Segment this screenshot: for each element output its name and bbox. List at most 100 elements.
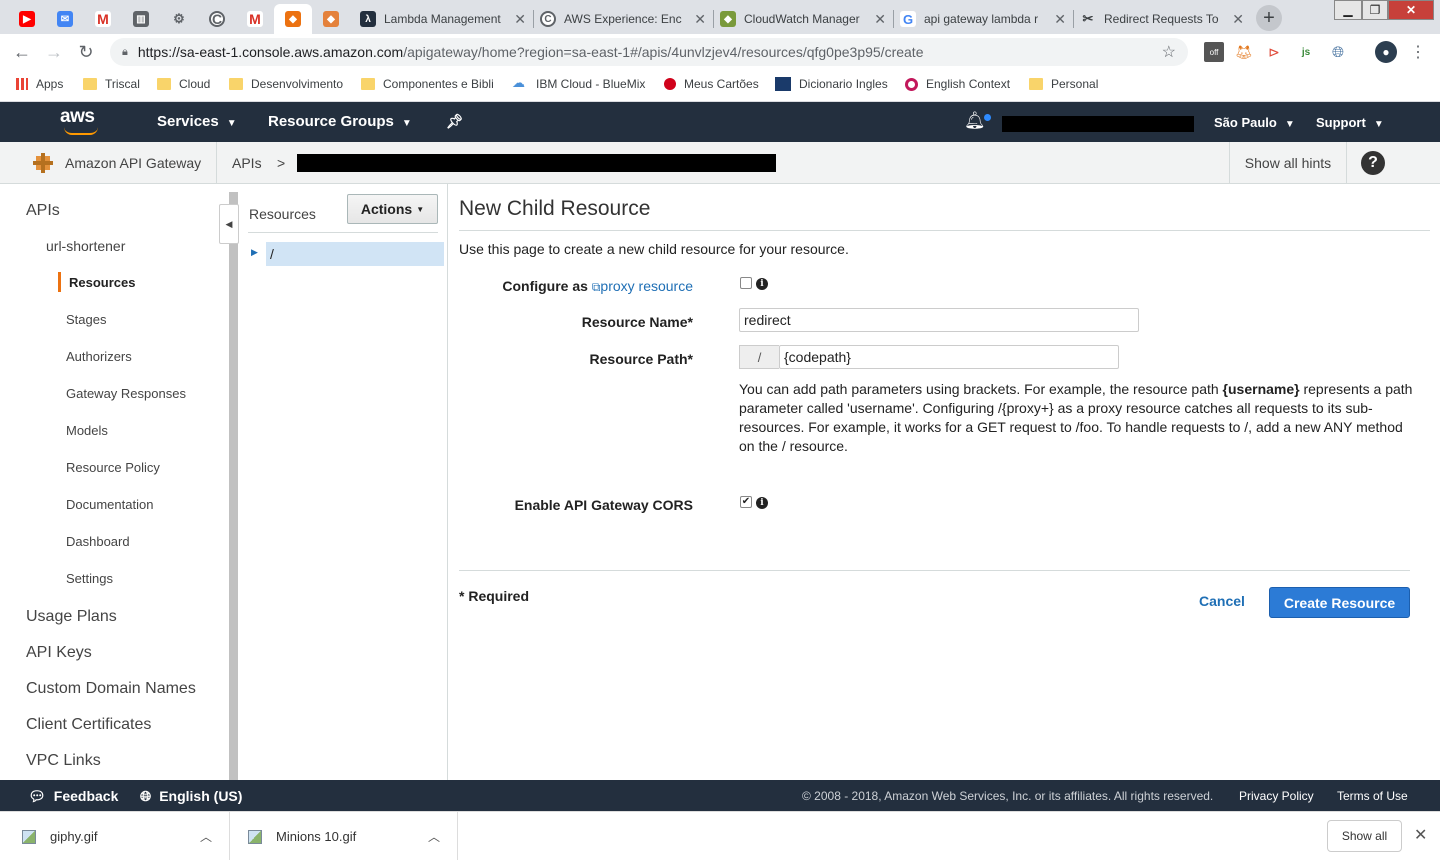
tab-inbox[interactable]: ✉ [46, 4, 84, 34]
tab-trello[interactable]: ▥ [122, 4, 160, 34]
show-all-downloads-button[interactable]: Show all [1327, 820, 1402, 852]
cast-extension-icon[interactable]: ⊳ [1264, 42, 1284, 62]
support-menu[interactable]: Support ▼ [1316, 115, 1384, 130]
expand-arrow-icon[interactable]: ▶ [251, 247, 258, 258]
bookmark-english-context[interactable]: English Context [905, 77, 1010, 91]
close-icon[interactable]: ✕ [1054, 11, 1066, 28]
resource-name-input[interactable] [739, 308, 1139, 332]
close-icon[interactable]: ✕ [874, 11, 886, 28]
download-item[interactable]: Minions 10.gif ︿ [230, 812, 458, 860]
help-icon[interactable]: ? [1361, 151, 1385, 175]
tab-cloudwatch[interactable]: ◆ CloudWatch Manager ✕ [714, 4, 892, 34]
sidebar-item-models[interactable]: Models [66, 423, 108, 438]
sidebar-api-keys[interactable]: API Keys [26, 644, 92, 662]
bookmark-dicionario[interactable]: Dicionario Ingles [775, 77, 888, 91]
actions-dropdown-button[interactable]: Actions ▼ [347, 194, 438, 224]
proxy-resource-checkbox[interactable] [740, 277, 752, 289]
close-icon[interactable]: ✕ [694, 11, 706, 28]
bookmark-desenvolvimento[interactable]: Desenvolvimento [229, 77, 343, 91]
sidebar-item-resource-policy[interactable]: Resource Policy [66, 460, 160, 475]
sidebar-item-documentation[interactable]: Documentation [66, 497, 153, 512]
extension-off-icon[interactable]: off [1204, 42, 1224, 62]
bookmark-star-icon[interactable]: ☆ [1162, 42, 1176, 62]
tab-redirect-requests[interactable]: ✂ Redirect Requests To ✕ [1074, 4, 1250, 34]
back-button[interactable]: ← [10, 40, 34, 64]
cancel-button[interactable]: Cancel [1199, 593, 1245, 609]
sidebar-item-authorizers[interactable]: Authorizers [66, 349, 132, 364]
create-resource-button[interactable]: Create Resource [1269, 587, 1410, 618]
metamask-icon[interactable]: 🦊︎ [1234, 42, 1254, 62]
sidebar-apis[interactable]: APIs [26, 202, 60, 220]
info-icon[interactable]: i [756, 278, 768, 290]
chevron-down-icon: ▼ [1373, 119, 1384, 130]
sidebar-item-settings[interactable]: Settings [66, 571, 113, 586]
profile-avatar-icon[interactable]: ● [1375, 41, 1397, 63]
sidebar-item-resources[interactable]: Resources [69, 275, 135, 290]
bookmark-componentes[interactable]: Componentes e Bibli [361, 77, 494, 91]
sidebar-item-gateway-responses[interactable]: Gateway Responses [66, 386, 186, 401]
breadcrumb-apis[interactable]: APIs [232, 155, 262, 171]
address-bar[interactable]: 🔒︎ https://sa-east-1.console.aws.amazon.… [110, 38, 1188, 66]
globe-extension-icon[interactable]: 🌐︎ [1328, 42, 1348, 62]
tab-lambda[interactable]: λ Lambda Management ✕ [354, 4, 532, 34]
proxy-resource-link[interactable]: ⧉proxy resource [592, 278, 693, 294]
aws-logo[interactable]: aws [60, 107, 104, 136]
tab-aws-experience[interactable]: C AWS Experience: Enc ✕ [534, 4, 712, 34]
terms-of-use-link[interactable]: Terms of Use [1337, 789, 1408, 803]
info-icon[interactable]: i [756, 497, 768, 509]
language-selector[interactable]: 🌐︎ English (US) [140, 788, 242, 805]
tab-youtube[interactable]: ▶ [8, 4, 46, 34]
restore-button[interactable]: ❐ [1362, 0, 1388, 20]
sidebar-custom-domain-names[interactable]: Custom Domain Names [26, 680, 196, 698]
sidebar-api-name[interactable]: url-shortener [46, 238, 125, 254]
js-extension-icon[interactable]: js [1296, 42, 1316, 62]
bookmark-meus-cartoes[interactable]: Meus Cartões [664, 77, 759, 91]
privacy-policy-link[interactable]: Privacy Policy [1239, 789, 1314, 803]
tab-gmail-2[interactable]: M [236, 4, 274, 34]
show-all-hints-button[interactable]: Show all hints [1229, 142, 1347, 184]
sidebar-scrollbar[interactable] [229, 192, 238, 780]
minimize-button[interactable]: ▁ [1334, 0, 1362, 20]
close-icon[interactable]: ✕ [1232, 11, 1244, 28]
pin-icon[interactable]: 📌︎ [446, 113, 464, 130]
download-item[interactable]: giphy.gif ︿ [0, 812, 230, 860]
services-menu[interactable]: Services ▼ [157, 113, 237, 130]
forward-button[interactable]: → [42, 40, 66, 64]
feedback-button[interactable]: 💬︎ Feedback [28, 788, 118, 805]
sidebar-usage-plans[interactable]: Usage Plans [26, 608, 117, 626]
divider [459, 570, 1410, 571]
tab-aws-2[interactable]: ◆ [312, 4, 350, 34]
resources-title: Resources [249, 206, 316, 222]
bookmark-personal[interactable]: Personal [1029, 77, 1098, 91]
region-menu[interactable]: São Paulo ▼ [1214, 115, 1295, 130]
close-icon[interactable]: ✕ [1414, 825, 1427, 845]
window-close-button[interactable]: ✕ [1388, 0, 1434, 20]
tab-network[interactable]: ⚙ [160, 4, 198, 34]
browser-menu-icon[interactable]: ⋮ [1408, 42, 1428, 62]
browser-tab-strip: ▶ ✉ M ▥ ⚙ C M ◆ ◆ λ Lambda Management ✕ … [0, 0, 1440, 34]
tree-node-root[interactable]: / [266, 242, 444, 266]
tab-gmail[interactable]: M [84, 4, 122, 34]
reload-button[interactable]: ↻ [74, 40, 98, 64]
new-tab-button[interactable]: + [1256, 5, 1282, 31]
sidebar-vpc-links[interactable]: VPC Links [26, 752, 101, 770]
resource-groups-menu[interactable]: Resource Groups ▼ [268, 113, 412, 130]
bookmark-triscal[interactable]: Triscal [83, 77, 140, 91]
sidebar-client-certificates[interactable]: Client Certificates [26, 716, 151, 734]
service-name[interactable]: Amazon API Gateway [65, 155, 201, 171]
chevron-up-icon[interactable]: ︿ [200, 828, 212, 845]
tab-google-search[interactable]: G api gateway lambda r ✕ [894, 4, 1072, 34]
bell-icon[interactable]: 🔔︎ [964, 111, 986, 131]
resource-path-input[interactable] [779, 345, 1119, 369]
close-icon[interactable]: ✕ [514, 11, 526, 28]
cors-checkbox[interactable]: ✔ [740, 496, 752, 508]
sidebar-item-dashboard[interactable]: Dashboard [66, 534, 130, 549]
sidebar-item-stages[interactable]: Stages [66, 312, 106, 327]
collapse-sidebar-button[interactable]: ◀ [219, 204, 239, 244]
bookmark-apps[interactable]: Apps [16, 77, 63, 91]
bookmark-cloud[interactable]: Cloud [157, 77, 210, 91]
tab-api-gateway-active[interactable]: ◆ [274, 4, 312, 34]
chevron-up-icon[interactable]: ︿ [428, 828, 440, 845]
bookmark-ibm-cloud[interactable]: ☁ IBM Cloud - BlueMix [512, 76, 645, 91]
tab-codepath[interactable]: C [198, 4, 236, 34]
